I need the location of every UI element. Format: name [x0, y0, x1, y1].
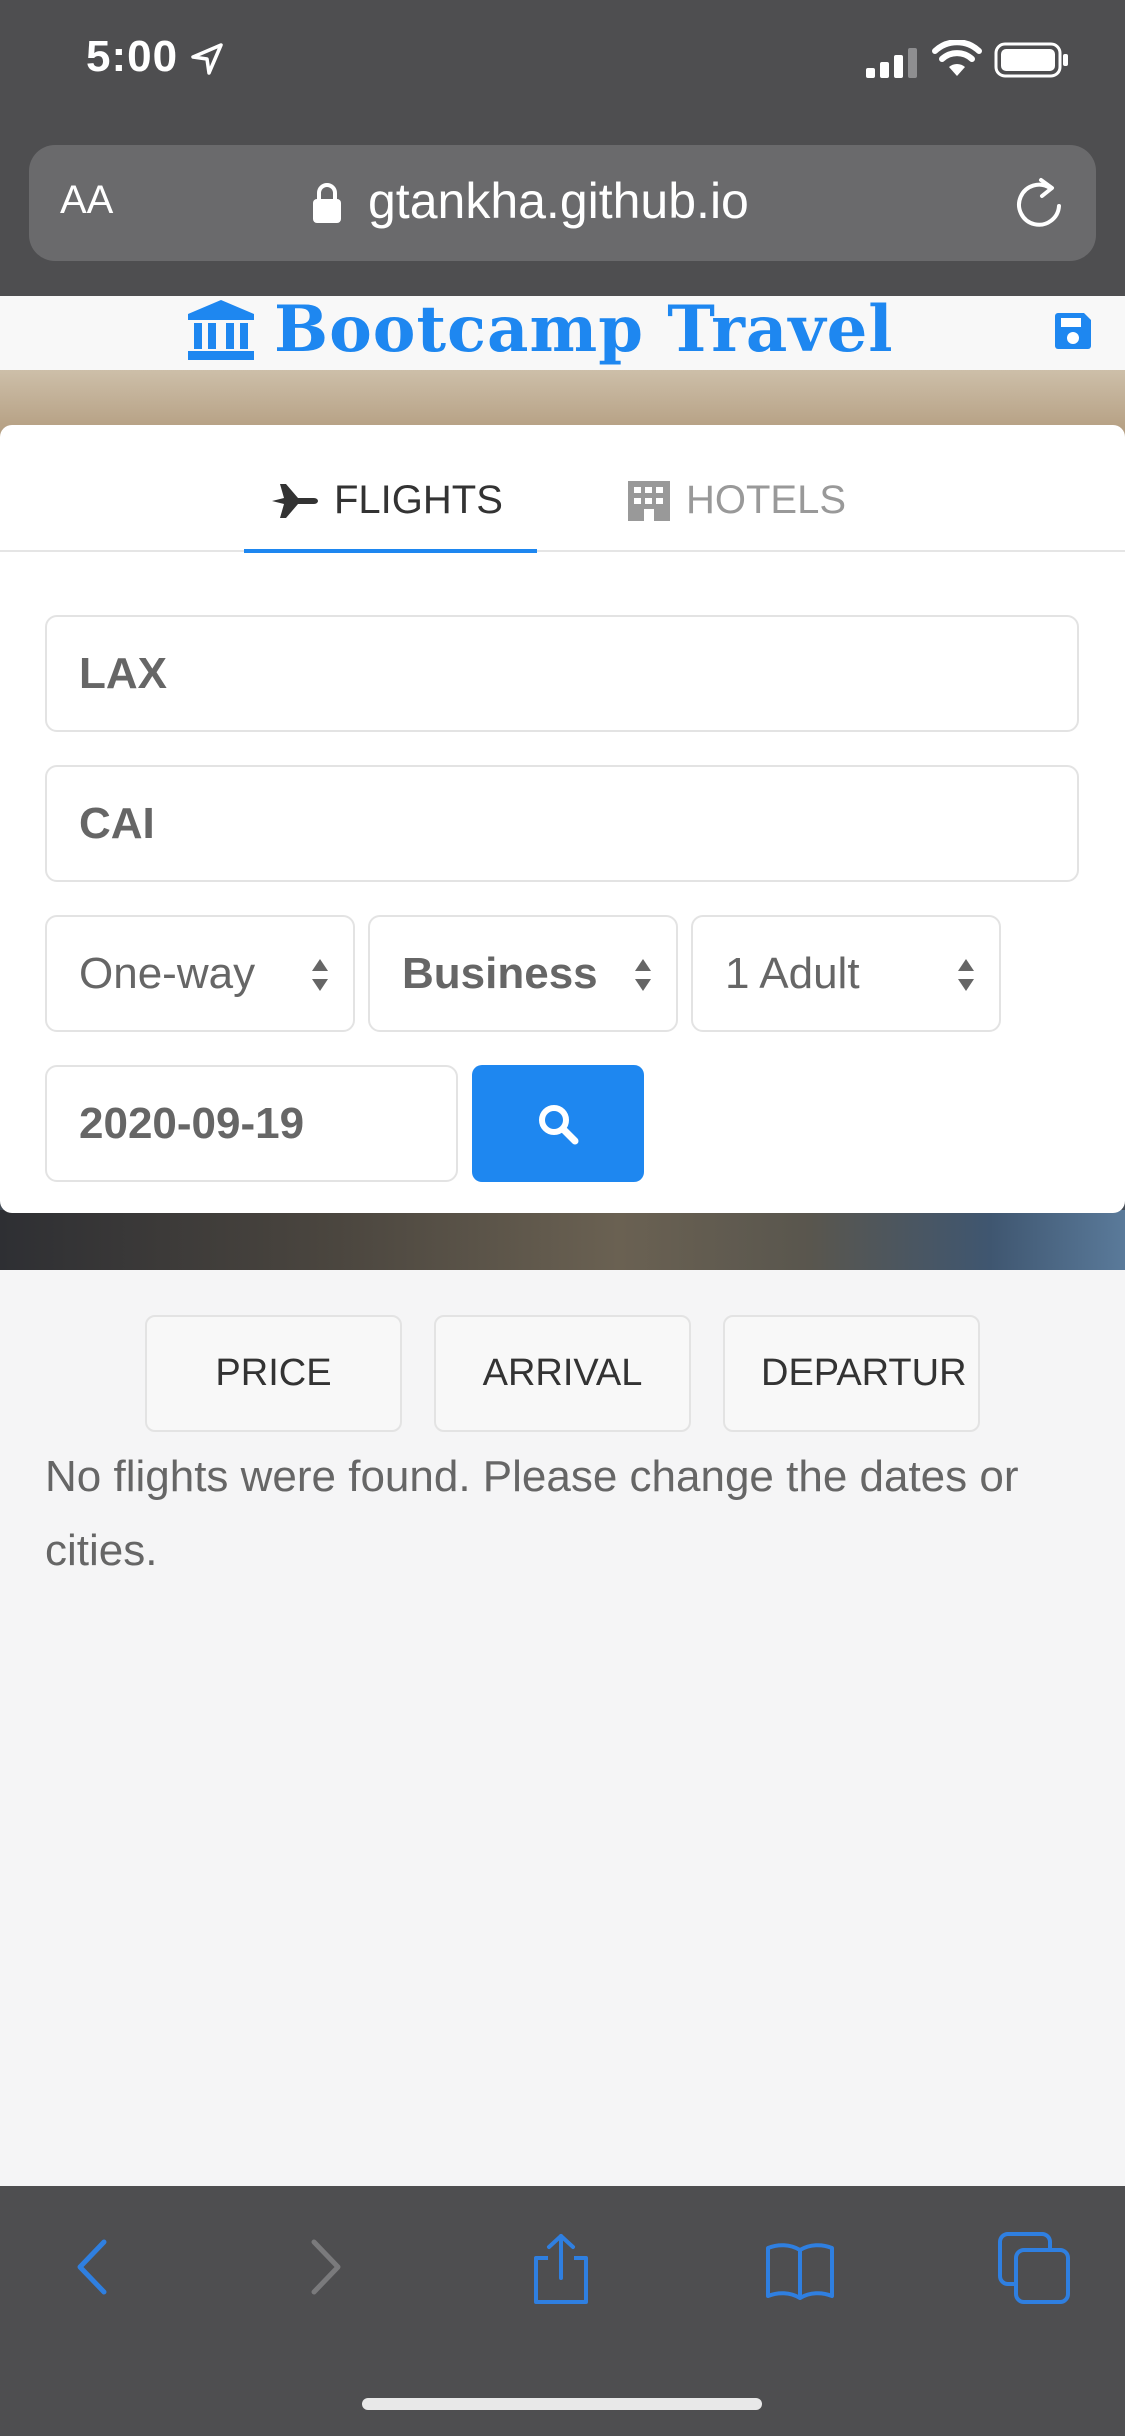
home-indicator [362, 2398, 762, 2410]
sort-departure-button[interactable]: DEPARTUR [723, 1315, 980, 1432]
active-tab-indicator [244, 549, 537, 553]
search-button[interactable] [472, 1065, 644, 1182]
text-size-button[interactable]: AA [60, 178, 113, 223]
save-icon[interactable] [1052, 310, 1094, 352]
share-icon[interactable] [528, 2232, 594, 2306]
building-icon [628, 480, 670, 521]
origin-input[interactable]: LAX [45, 615, 1079, 732]
wifi-icon [932, 40, 982, 76]
battery-icon [994, 42, 1068, 78]
passengers-value: 1 Adult [725, 948, 860, 998]
tabs-divider [0, 550, 1125, 552]
status-time: 5:00 [86, 32, 179, 81]
url-text[interactable]: gtankha.github.io [368, 172, 749, 230]
lock-icon [313, 183, 341, 223]
sort-arrival-button[interactable]: ARRIVAL [434, 1315, 691, 1432]
search-icon [539, 1104, 579, 1144]
date-input[interactable]: 2020-09-19 [45, 1065, 458, 1182]
sort-price-button[interactable]: PRICE [145, 1315, 402, 1432]
cellular-signal-icon [866, 48, 917, 78]
cabin-class-value: Business [402, 948, 598, 998]
select-arrows-icon [958, 959, 974, 991]
results-message: No flights were found. Please change the… [45, 1452, 1019, 1575]
destination-input[interactable]: CAI [45, 765, 1079, 882]
hero-background-strip [0, 1210, 1125, 1270]
back-icon[interactable] [72, 2232, 112, 2302]
date-value: 2020-09-19 [79, 1098, 305, 1148]
forward-icon[interactable] [306, 2232, 346, 2302]
university-icon [188, 300, 254, 360]
select-arrows-icon [635, 959, 651, 991]
trip-type-select[interactable]: One-way [45, 915, 355, 1032]
destination-value: CAI [79, 798, 155, 848]
tab-flights[interactable]: FLIGHTS [270, 478, 503, 523]
tabs-icon[interactable] [996, 2230, 1072, 2306]
tab-flights-label: FLIGHTS [334, 478, 503, 522]
tab-hotels[interactable]: HOTELS [626, 478, 846, 523]
location-arrow-icon [191, 43, 223, 75]
bookmarks-icon[interactable] [764, 2240, 836, 2302]
passengers-select[interactable]: 1 Adult [691, 915, 1001, 1032]
plane-icon [272, 483, 318, 518]
origin-value: LAX [79, 648, 167, 698]
select-arrows-icon [312, 959, 328, 991]
tab-hotels-label: HOTELS [686, 478, 847, 522]
app-title: Bootcamp Travel [274, 292, 894, 367]
cabin-class-select[interactable]: Business [368, 915, 678, 1032]
trip-type-value: One-way [79, 948, 256, 998]
reload-icon[interactable] [1012, 176, 1066, 232]
